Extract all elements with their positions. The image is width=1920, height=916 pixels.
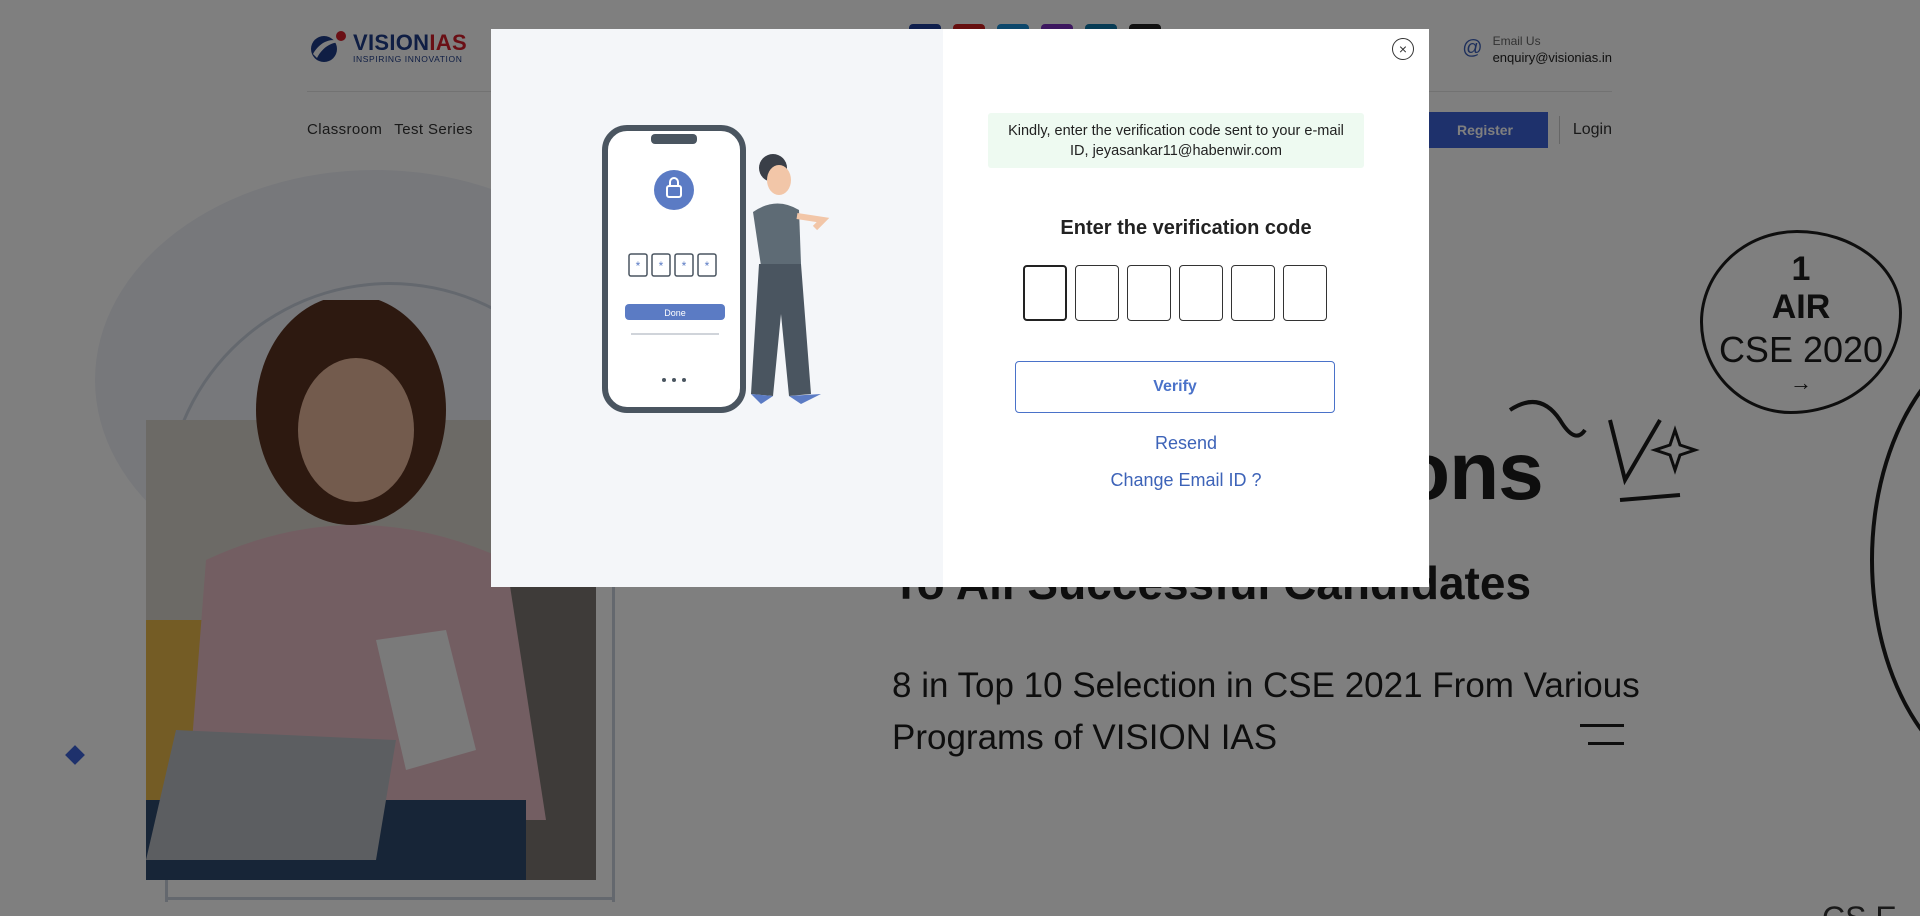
phone-verification-illustration: * * * * Done	[602, 125, 830, 413]
otp-digit-6[interactable]	[1283, 265, 1327, 321]
verify-button[interactable]: Verify	[1015, 361, 1335, 413]
change-email-link[interactable]: Change Email ID ?	[943, 470, 1429, 491]
modal-form-panel: × Kindly, enter the verification code se…	[943, 29, 1429, 587]
otp-digit-3[interactable]	[1127, 265, 1171, 321]
otp-digit-4[interactable]	[1179, 265, 1223, 321]
close-icon[interactable]: ×	[1392, 38, 1414, 60]
illustration-code-char: *	[659, 259, 664, 273]
verification-title: Enter the verification code	[1060, 217, 1312, 239]
illustration-code-char: *	[636, 259, 641, 273]
otp-digit-2[interactable]	[1075, 265, 1119, 321]
illustration-code-char: *	[682, 259, 687, 273]
verification-notice: Kindly, enter the verification code sent…	[988, 113, 1364, 168]
otp-digit-5[interactable]	[1231, 265, 1275, 321]
illustration-done-label: Done	[664, 308, 686, 318]
otp-digit-1[interactable]	[1023, 265, 1067, 321]
otp-input-group	[1023, 265, 1327, 321]
modal-illustration-panel: * * * * Done	[491, 29, 943, 587]
verification-modal: * * * * Done × Kindly, enter the verificati…	[491, 29, 1429, 587]
resend-link[interactable]: Resend	[943, 433, 1429, 454]
illustration-code-char: *	[705, 259, 710, 273]
